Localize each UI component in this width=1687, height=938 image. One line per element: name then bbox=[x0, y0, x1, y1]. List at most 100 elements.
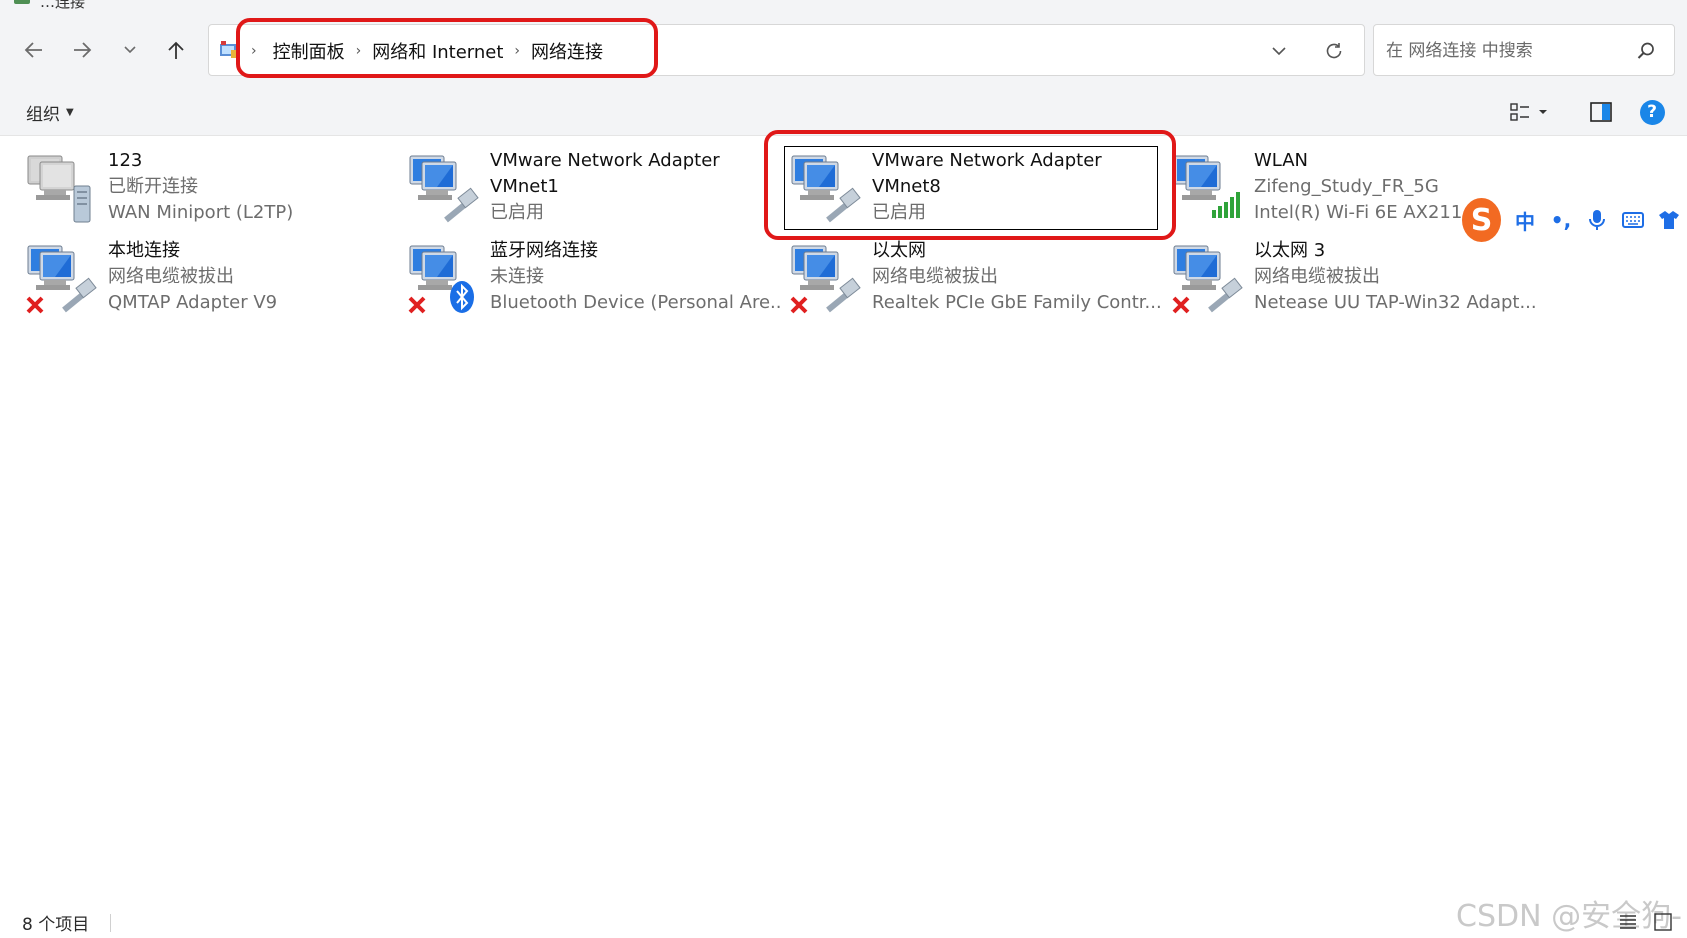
app-icon bbox=[14, 0, 30, 4]
item-status: 网络电缆被拔出 bbox=[872, 266, 998, 287]
network-item-text: VMware Network Adapter VMnet1 已启用 bbox=[490, 148, 780, 226]
window-title: …连接 bbox=[40, 0, 86, 11]
disconnected-x-icon bbox=[408, 296, 426, 314]
network-adapter-icon bbox=[26, 242, 102, 316]
item-status: 已断开连接 bbox=[108, 176, 198, 197]
network-adapter-icon bbox=[408, 152, 484, 226]
address-history-button[interactable] bbox=[1264, 36, 1294, 66]
item-name: 以太网 bbox=[872, 240, 926, 261]
back-button[interactable] bbox=[16, 32, 52, 68]
item-device: QMTAP Adapter V9 bbox=[108, 292, 278, 313]
organize-menu[interactable]: 组织 ▼ bbox=[26, 100, 74, 125]
network-adapter-icon bbox=[1172, 152, 1248, 226]
network-item-vmnet1[interactable]: VMware Network Adapter VMnet1 已启用 bbox=[408, 148, 780, 234]
status-item-count: 8 个项目 bbox=[22, 915, 90, 935]
item-device: WAN Miniport (L2TP) bbox=[108, 202, 294, 223]
preview-pane-icon bbox=[1590, 102, 1612, 122]
cable-icon bbox=[826, 277, 861, 313]
up-button[interactable] bbox=[158, 32, 194, 68]
item-status: 已启用 bbox=[490, 202, 544, 223]
network-adapter-icon bbox=[26, 152, 102, 226]
large-icons-view-icon[interactable] bbox=[1653, 912, 1673, 932]
network-item-text: 123 已断开连接 WAN Miniport (L2TP) bbox=[108, 148, 398, 226]
network-item-text: 蓝牙网络连接 未连接 Bluetooth Device (Personal Ar… bbox=[490, 238, 780, 316]
caret-down-icon: ▼ bbox=[66, 107, 74, 118]
refresh-icon bbox=[1326, 43, 1342, 59]
ime-toolbar: S 中 •, bbox=[1462, 196, 1687, 244]
arrow-up-icon bbox=[168, 41, 184, 59]
item-device: Netease UU TAP-Win32 Adapt... bbox=[1254, 292, 1537, 313]
cable-icon bbox=[62, 277, 97, 313]
item-name: 本地连接 bbox=[108, 240, 180, 261]
item-name: 123 bbox=[108, 150, 143, 171]
search-input[interactable] bbox=[1384, 37, 1628, 65]
breadcrumb-separator[interactable]: › bbox=[251, 43, 257, 59]
details-view-icon[interactable] bbox=[1618, 912, 1638, 932]
breadcrumb-separator[interactable]: › bbox=[514, 43, 520, 59]
disconnected-x-icon bbox=[1172, 296, 1190, 314]
breadcrumb-network-connections[interactable]: 网络连接 bbox=[531, 38, 603, 64]
arrow-left-icon bbox=[24, 42, 42, 58]
network-adapter-icon bbox=[1172, 242, 1248, 316]
change-view-button[interactable] bbox=[1510, 98, 1558, 126]
item-name: WLAN bbox=[1254, 150, 1309, 171]
search-box[interactable] bbox=[1373, 24, 1675, 76]
view-options-icon bbox=[1510, 103, 1529, 121]
chevron-down-icon bbox=[124, 46, 136, 54]
refresh-button[interactable] bbox=[1319, 36, 1349, 66]
network-item-local-connection[interactable]: 本地连接 网络电缆被拔出 QMTAP Adapter V9 bbox=[26, 238, 398, 324]
disconnected-x-icon bbox=[26, 296, 44, 314]
network-adapter-icon bbox=[790, 242, 866, 316]
network-item-vmnet8[interactable]: VMware Network Adapter VMnet8 已启用 bbox=[790, 148, 1162, 234]
chevron-down-icon bbox=[1272, 47, 1286, 56]
caret-down-icon bbox=[1539, 110, 1547, 114]
forward-button[interactable] bbox=[64, 32, 100, 68]
command-bar: 组织 ▼ ? bbox=[0, 88, 1687, 136]
breadcrumb-network-internet[interactable]: 网络和 Internet bbox=[372, 38, 503, 64]
ime-punctuation-toggle[interactable]: •, bbox=[1543, 205, 1579, 235]
bluetooth-icon bbox=[450, 281, 474, 313]
organize-label: 组织 bbox=[26, 105, 60, 125]
control-panel-icon bbox=[220, 41, 240, 58]
item-status: 已启用 bbox=[872, 202, 926, 223]
breadcrumb-separator[interactable]: › bbox=[356, 43, 362, 59]
network-item-text: 以太网 3 网络电缆被拔出 Netease UU TAP-Win32 Adapt… bbox=[1254, 238, 1544, 316]
ime-mode-toggle[interactable]: 中 bbox=[1507, 205, 1543, 235]
item-name-line2: VMnet8 bbox=[872, 176, 941, 197]
breadcrumb-control-panel[interactable]: 控制面板 bbox=[273, 38, 345, 64]
network-adapter-icon bbox=[408, 242, 484, 316]
mic-icon[interactable] bbox=[1579, 205, 1615, 235]
item-status: 网络电缆被拔出 bbox=[1254, 266, 1380, 287]
item-device: Realtek PCIe GbE Family Contr... bbox=[872, 292, 1162, 313]
item-name-line2: VMnet1 bbox=[490, 176, 559, 197]
cable-icon bbox=[444, 187, 479, 223]
help-button[interactable]: ? bbox=[1638, 98, 1666, 126]
title-strip: …连接 bbox=[0, 0, 1687, 14]
signal-bars-icon bbox=[1212, 192, 1240, 218]
cable-icon bbox=[1208, 277, 1243, 313]
network-item-text: 以太网 网络电缆被拔出 Realtek PCIe GbE Family Cont… bbox=[872, 238, 1162, 316]
network-item-bluetooth[interactable]: 蓝牙网络连接 未连接 Bluetooth Device (Personal Ar… bbox=[408, 238, 780, 324]
item-device: Bluetooth Device (Personal Are... bbox=[490, 292, 780, 313]
network-item-ethernet[interactable]: 以太网 网络电缆被拔出 Realtek PCIe GbE Family Cont… bbox=[790, 238, 1162, 324]
recent-locations-button[interactable] bbox=[112, 32, 148, 68]
network-adapter-icon bbox=[790, 152, 866, 226]
item-status: 未连接 bbox=[490, 266, 544, 287]
arrow-right-icon bbox=[74, 42, 92, 58]
search-icon[interactable] bbox=[1636, 41, 1656, 61]
item-name: VMware Network Adapter bbox=[872, 150, 1102, 171]
status-divider bbox=[110, 914, 111, 932]
address-bar[interactable]: › 控制面板 › 网络和 Internet › 网络连接 bbox=[208, 24, 1365, 76]
network-item-text: VMware Network Adapter VMnet8 已启用 bbox=[872, 148, 1162, 226]
shirt-icon[interactable] bbox=[1651, 205, 1687, 235]
preview-pane-button[interactable] bbox=[1587, 98, 1615, 126]
help-icon: ? bbox=[1639, 99, 1665, 125]
item-name: VMware Network Adapter bbox=[490, 150, 720, 171]
disconnected-x-icon bbox=[790, 296, 808, 314]
network-item-123[interactable]: 123 已断开连接 WAN Miniport (L2TP) bbox=[26, 148, 398, 234]
keyboard-icon[interactable] bbox=[1615, 205, 1651, 235]
sogou-logo-icon[interactable]: S bbox=[1462, 198, 1501, 242]
network-item-ethernet-3[interactable]: 以太网 3 网络电缆被拔出 Netease UU TAP-Win32 Adapt… bbox=[1172, 238, 1544, 324]
watermark: CSDN @安全狗- bbox=[1456, 899, 1682, 934]
item-status: 网络电缆被拔出 bbox=[108, 266, 234, 287]
